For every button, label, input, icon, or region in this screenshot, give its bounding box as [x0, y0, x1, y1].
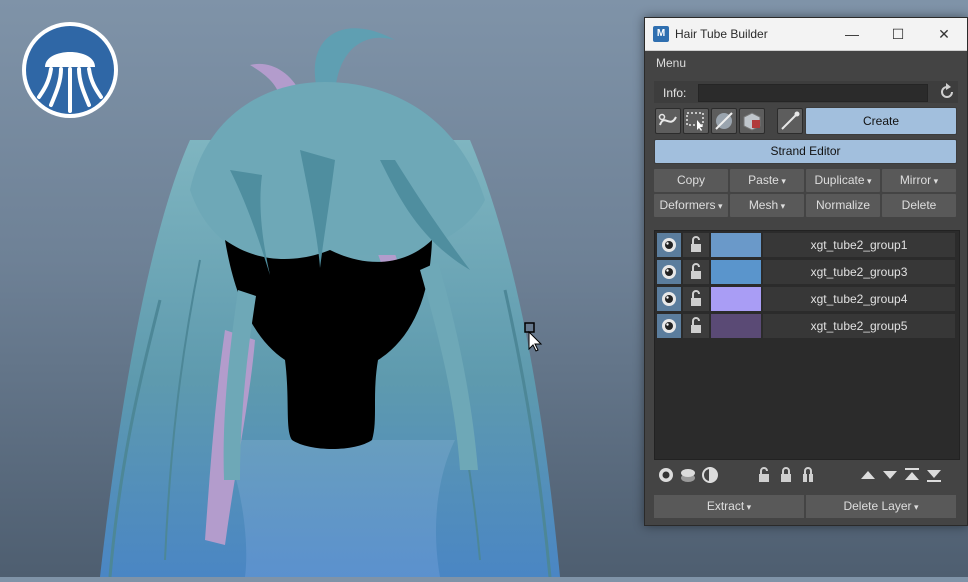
move-top-icon[interactable]: [902, 465, 922, 485]
move-bottom-icon[interactable]: [924, 465, 944, 485]
visibility-eye-icon[interactable]: [657, 287, 681, 311]
hair-tube-builder-window: M Hair Tube Builder — ☐ ✕ Menu Info: Cre…: [644, 17, 968, 526]
info-field: [698, 84, 928, 102]
marquee-select-icon: [686, 112, 704, 131]
layer-name[interactable]: xgt_tube2_group5: [763, 314, 955, 338]
layer-color-swatch[interactable]: [711, 233, 761, 257]
strand-editor-button[interactable]: Strand Editor: [654, 139, 957, 164]
menu-menu[interactable]: Menu: [656, 56, 686, 70]
show-all-eye-icon[interactable]: [656, 465, 676, 485]
unlock-icon[interactable]: [683, 260, 709, 284]
deformers-button[interactable]: Deformers: [654, 194, 728, 217]
move-up-icon[interactable]: [858, 465, 878, 485]
layer-name[interactable]: xgt_tube2_group1: [763, 233, 955, 257]
sphere-slash-icon: [715, 112, 733, 130]
sphere-tool-button[interactable]: [711, 108, 737, 134]
jellyfish-logo-icon: [21, 21, 119, 119]
layer-list[interactable]: xgt_tube2_group1 xgt_tube2_group3 xgt_tu…: [654, 230, 960, 460]
layer-row[interactable]: xgt_tube2_group5: [657, 314, 957, 338]
brush-tool-button[interactable]: [777, 108, 803, 134]
unlock-all-icon[interactable]: [754, 465, 774, 485]
toggle-half-icon[interactable]: [700, 465, 720, 485]
normalize-button[interactable]: Normalize: [806, 194, 880, 217]
layer-row[interactable]: xgt_tube2_group1: [657, 233, 957, 257]
layer-color-swatch[interactable]: [711, 260, 761, 284]
visibility-eye-icon[interactable]: [657, 260, 681, 284]
layer-name[interactable]: xgt_tube2_group3: [763, 260, 955, 284]
visibility-eye-icon[interactable]: [657, 314, 681, 338]
refresh-icon[interactable]: [937, 82, 957, 102]
layer-name[interactable]: xgt_tube2_group4: [763, 287, 955, 311]
layer-color-swatch[interactable]: [711, 314, 761, 338]
delete-button[interactable]: Delete: [882, 194, 956, 217]
cube-lock-button[interactable]: [739, 108, 765, 134]
window-titlebar[interactable]: M Hair Tube Builder — ☐ ✕: [645, 18, 967, 51]
unlock-icon[interactable]: [683, 314, 709, 338]
stack-layers-icon[interactable]: [678, 465, 698, 485]
mirror-button[interactable]: Mirror: [882, 169, 956, 192]
mesh-button[interactable]: Mesh: [730, 194, 804, 217]
cube-lock-icon: [743, 112, 761, 131]
delete-layer-button[interactable]: Delete Layer: [806, 495, 956, 518]
info-label: Info:: [663, 86, 687, 100]
layer-row[interactable]: xgt_tube2_group4: [657, 287, 957, 311]
layer-tools-bar: [654, 463, 958, 487]
unlock-icon[interactable]: [683, 233, 709, 257]
toggle-lock-icon[interactable]: [798, 465, 818, 485]
maximize-button[interactable]: ☐: [883, 22, 913, 46]
brush-icon: [781, 111, 800, 130]
layer-color-swatch[interactable]: [711, 287, 761, 311]
create-button[interactable]: Create: [805, 107, 957, 135]
lock-all-icon[interactable]: [776, 465, 796, 485]
info-row: Info:: [654, 81, 958, 103]
visibility-eye-icon[interactable]: [657, 233, 681, 257]
move-down-icon[interactable]: [880, 465, 900, 485]
extract-button[interactable]: Extract: [654, 495, 804, 518]
close-button[interactable]: ✕: [929, 22, 959, 46]
mouse-cursor-icon: [524, 322, 544, 352]
unlock-icon[interactable]: [683, 287, 709, 311]
window-title: Hair Tube Builder: [675, 27, 768, 41]
paste-button[interactable]: Paste: [730, 169, 804, 192]
curve-icon: [658, 113, 677, 126]
minimize-button[interactable]: —: [837, 22, 867, 46]
maya-app-icon: M: [653, 26, 669, 42]
duplicate-button[interactable]: Duplicate: [806, 169, 880, 192]
curve-tool-button[interactable]: [655, 108, 681, 134]
menu-bar: Menu: [645, 51, 967, 73]
select-tool-button[interactable]: [683, 108, 709, 134]
copy-button[interactable]: Copy: [654, 169, 728, 192]
layer-row[interactable]: xgt_tube2_group3: [657, 260, 957, 284]
